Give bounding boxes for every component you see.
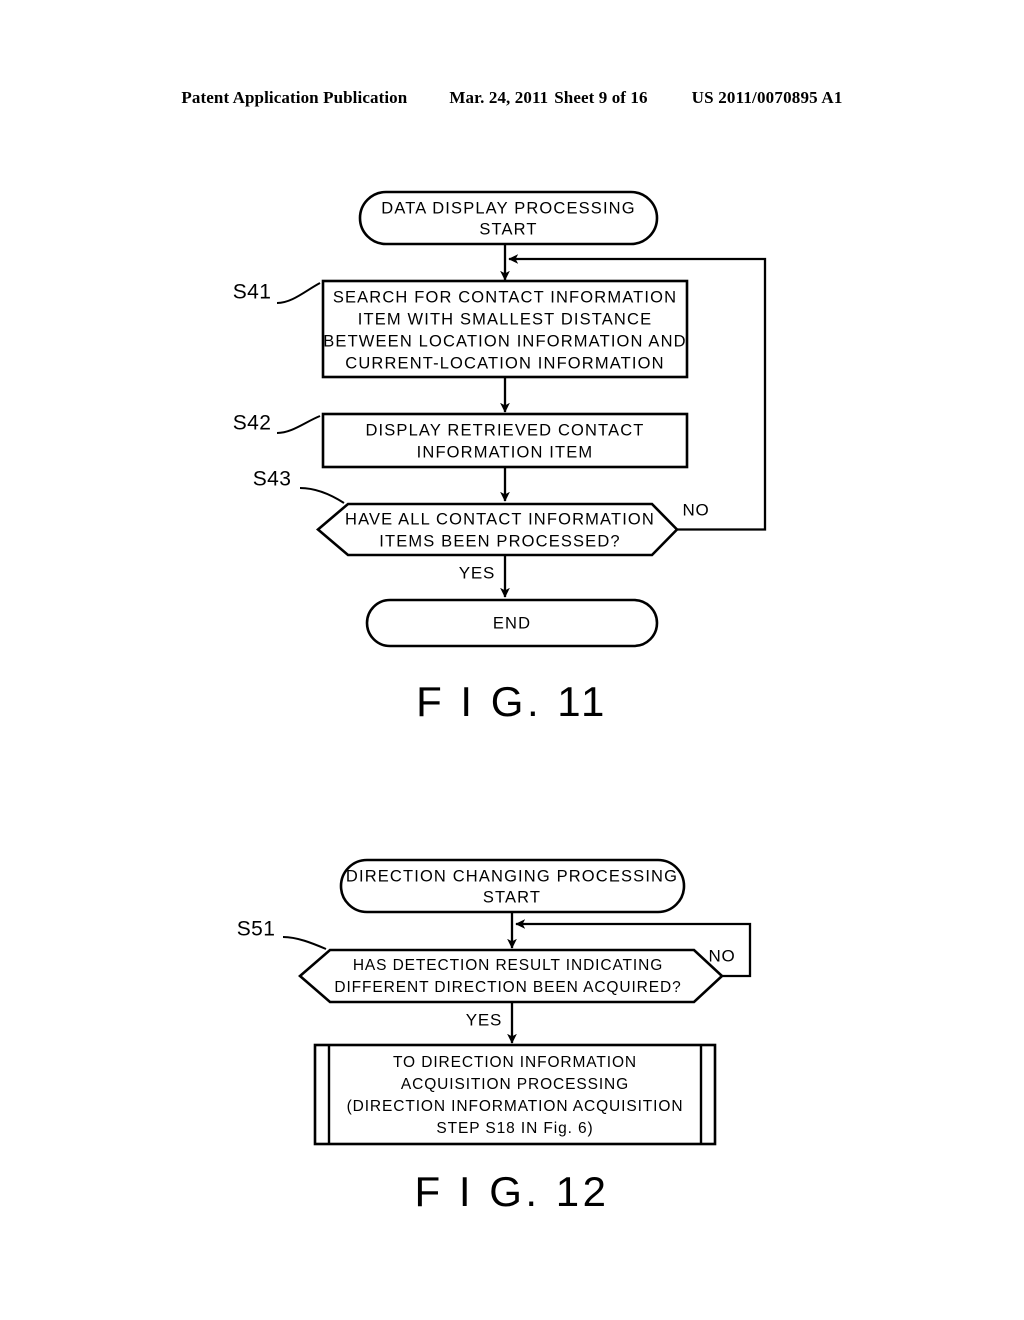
fig11-s41-line-1: SEARCH FOR CONTACT INFORMATION [333,288,677,306]
fig12-goto-node: TO DIRECTION INFORMATION ACQUISITION PRO… [313,1043,717,1146]
fig11-s41-node: SEARCH FOR CONTACT INFORMATION ITEM WITH… [321,279,689,379]
fig12-s51-line-1: HAS DETECTION RESULT INDICATING [353,957,663,974]
fig12-start-line-1: DIRECTION CHANGING PROCESSING [346,867,678,885]
fig11-caption: F I G. 11 [416,678,608,725]
fig11-s42-line-2: INFORMATION ITEM [417,443,594,461]
fig11-s43-line-1: HAVE ALL CONTACT INFORMATION [345,510,655,528]
fig11-s43-node: HAVE ALL CONTACT INFORMATION ITEMS BEEN … [315,502,679,557]
fig11-s41-step-label: S41 [233,281,272,304]
fig11-start-line-1: DATA DISPLAY PROCESSING [381,199,635,217]
fig11-s42-step-label: S42 [233,412,272,435]
fig12-caption: F I G. 12 [415,1168,610,1215]
fig12-s51-leader-line [282,936,327,950]
fig11-s41-line-2: ITEM WITH SMALLEST DISTANCE [358,310,652,328]
fig11-s41-line-4: CURRENT-LOCATION INFORMATION [345,354,664,372]
figure-11: DATA DISPLAY PROCESSING START SEARCH FOR… [0,170,1024,750]
fig12-start-line-2: START [483,888,541,906]
fig12-goto-line-4: STEP S18 IN Fig. 6) [436,1120,593,1137]
page-running-head: Patent Application Publication Mar. 24, … [0,88,1024,114]
fig12-s51-line-2: DIFFERENT DIRECTION BEEN ACQUIRED? [334,979,681,996]
fig11-s42-node: DISPLAY RETRIEVED CONTACT INFORMATION IT… [321,412,689,469]
header-sheet-number: Sheet 9 of 16 [554,88,648,107]
fig12-goto-line-3: (DIRECTION INFORMATION ACQUISITION [347,1098,684,1115]
fig11-s41-line-3: BETWEEN LOCATION INFORMATION AND [323,332,686,350]
fig11-s43-step-label: S43 [253,468,292,491]
fig11-s42-leader-line [276,415,321,434]
header-publication-date: Mar. 24, 2011 [449,88,549,107]
fig12-goto-line-2: ACQUISITION PROCESSING [401,1076,629,1093]
fig11-start-line-2: START [479,220,537,238]
header-document-number: US 2011/0070895 A1 [691,88,843,107]
header-publication-type: Patent Application Publication [181,88,408,107]
fig12-s51-branch-no-label: NO [708,946,735,965]
fig11-s43-branch-yes-label: YES [459,563,495,582]
fig12-goto-line-1: TO DIRECTION INFORMATION [393,1054,637,1071]
fig12-start-node: DIRECTION CHANGING PROCESSING START [339,858,686,914]
fig11-end-line-1: END [493,614,531,632]
fig11-s43-leader-line [299,487,345,504]
fig11-s41-leader-line [276,282,321,304]
figure-12: DIRECTION CHANGING PROCESSING START HAS … [0,840,1024,1240]
fig12-s51-branch-yes-label: YES [466,1010,502,1029]
fig11-end-node: END [365,598,659,648]
fig11-s43-line-2: ITEMS BEEN PROCESSED? [379,532,620,550]
fig12-s51-node: HAS DETECTION RESULT INDICATING DIFFEREN… [298,948,724,1004]
fig11-start-node: DATA DISPLAY PROCESSING START [358,190,659,246]
fig11-s43-branch-no-label: NO [682,500,709,519]
fig12-s51-step-label: S51 [237,918,276,941]
fig11-s42-line-1: DISPLAY RETRIEVED CONTACT [365,421,644,439]
